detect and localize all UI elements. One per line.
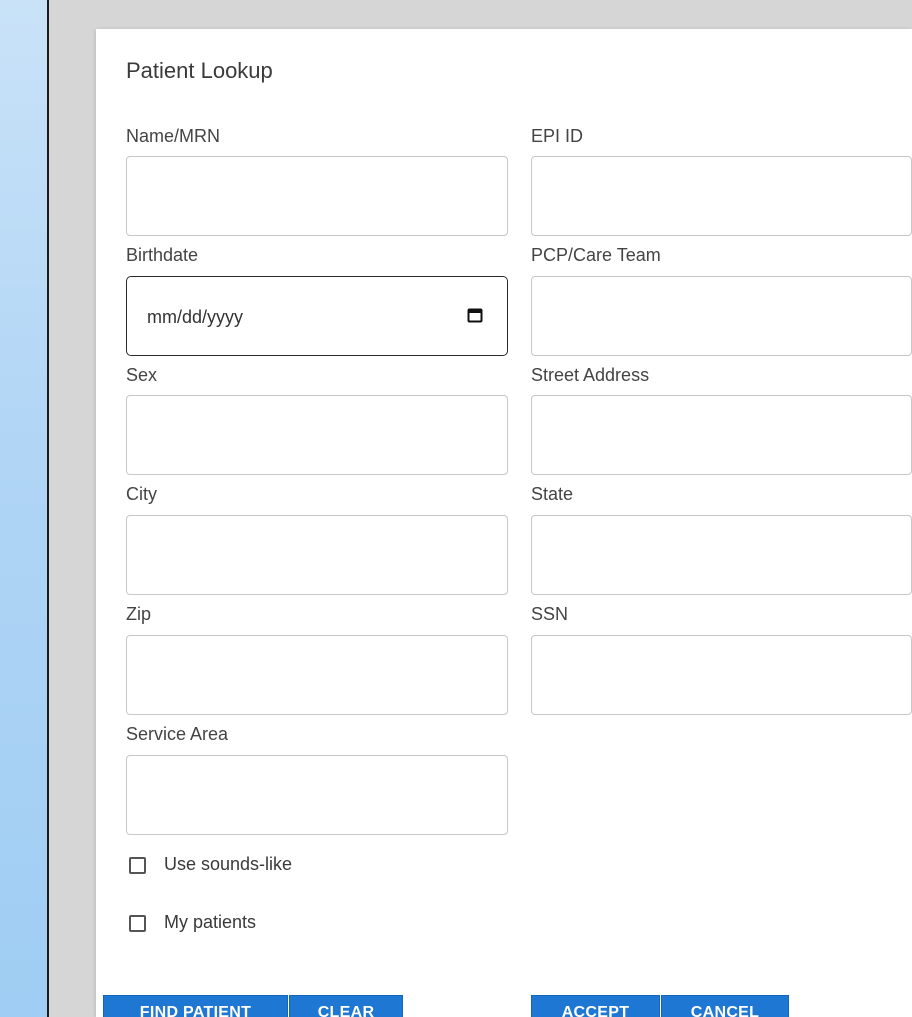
app-sidebar: [0, 0, 49, 1017]
my-patients-label: My patients: [164, 912, 257, 932]
name-mrn-input[interactable]: [126, 156, 508, 236]
city-label: City: [126, 484, 157, 504]
name-mrn-label: Name/MRN: [126, 126, 221, 146]
epi-id-input[interactable]: [531, 156, 912, 236]
pcp-care-team-label: PCP/Care Team: [531, 245, 661, 265]
ssn-label: SSN: [531, 604, 569, 624]
sex-input[interactable]: [126, 395, 508, 475]
street-address-input[interactable]: [531, 395, 912, 475]
zip-label: Zip: [126, 604, 152, 624]
service-area-label: Service Area: [126, 724, 229, 744]
find-patient-button[interactable]: FIND PATIENT: [103, 995, 288, 1017]
dialog-title: Patient Lookup: [126, 58, 273, 83]
birthdate-input[interactable]: mm/dd/yyyy: [126, 276, 508, 356]
birthdate-placeholder: mm/dd/yyyy: [147, 307, 244, 327]
epi-id-label: EPI ID: [531, 126, 584, 146]
birthdate-label: Birthdate: [126, 245, 199, 265]
zip-input[interactable]: [126, 635, 508, 715]
calendar-icon[interactable]: [467, 307, 483, 323]
state-label: State: [531, 484, 574, 504]
use-sounds-like-checkbox[interactable]: [129, 857, 146, 874]
street-address-label: Street Address: [531, 365, 650, 385]
cancel-button[interactable]: CANCEL: [661, 995, 789, 1017]
state-input[interactable]: [531, 515, 912, 595]
pcp-care-team-input[interactable]: [531, 276, 912, 356]
city-input[interactable]: [126, 515, 508, 595]
patient-lookup-dialog: Patient Lookup Name/MRN EPI ID Birthdate…: [96, 29, 912, 1017]
ssn-input[interactable]: [531, 635, 912, 715]
use-sounds-like-label: Use sounds-like: [164, 854, 293, 874]
my-patients-checkbox[interactable]: [129, 915, 146, 932]
accept-button[interactable]: ACCEPT: [531, 995, 660, 1017]
sex-label: Sex: [126, 365, 158, 385]
clear-button[interactable]: CLEAR: [289, 995, 403, 1017]
service-area-input[interactable]: [126, 755, 508, 835]
